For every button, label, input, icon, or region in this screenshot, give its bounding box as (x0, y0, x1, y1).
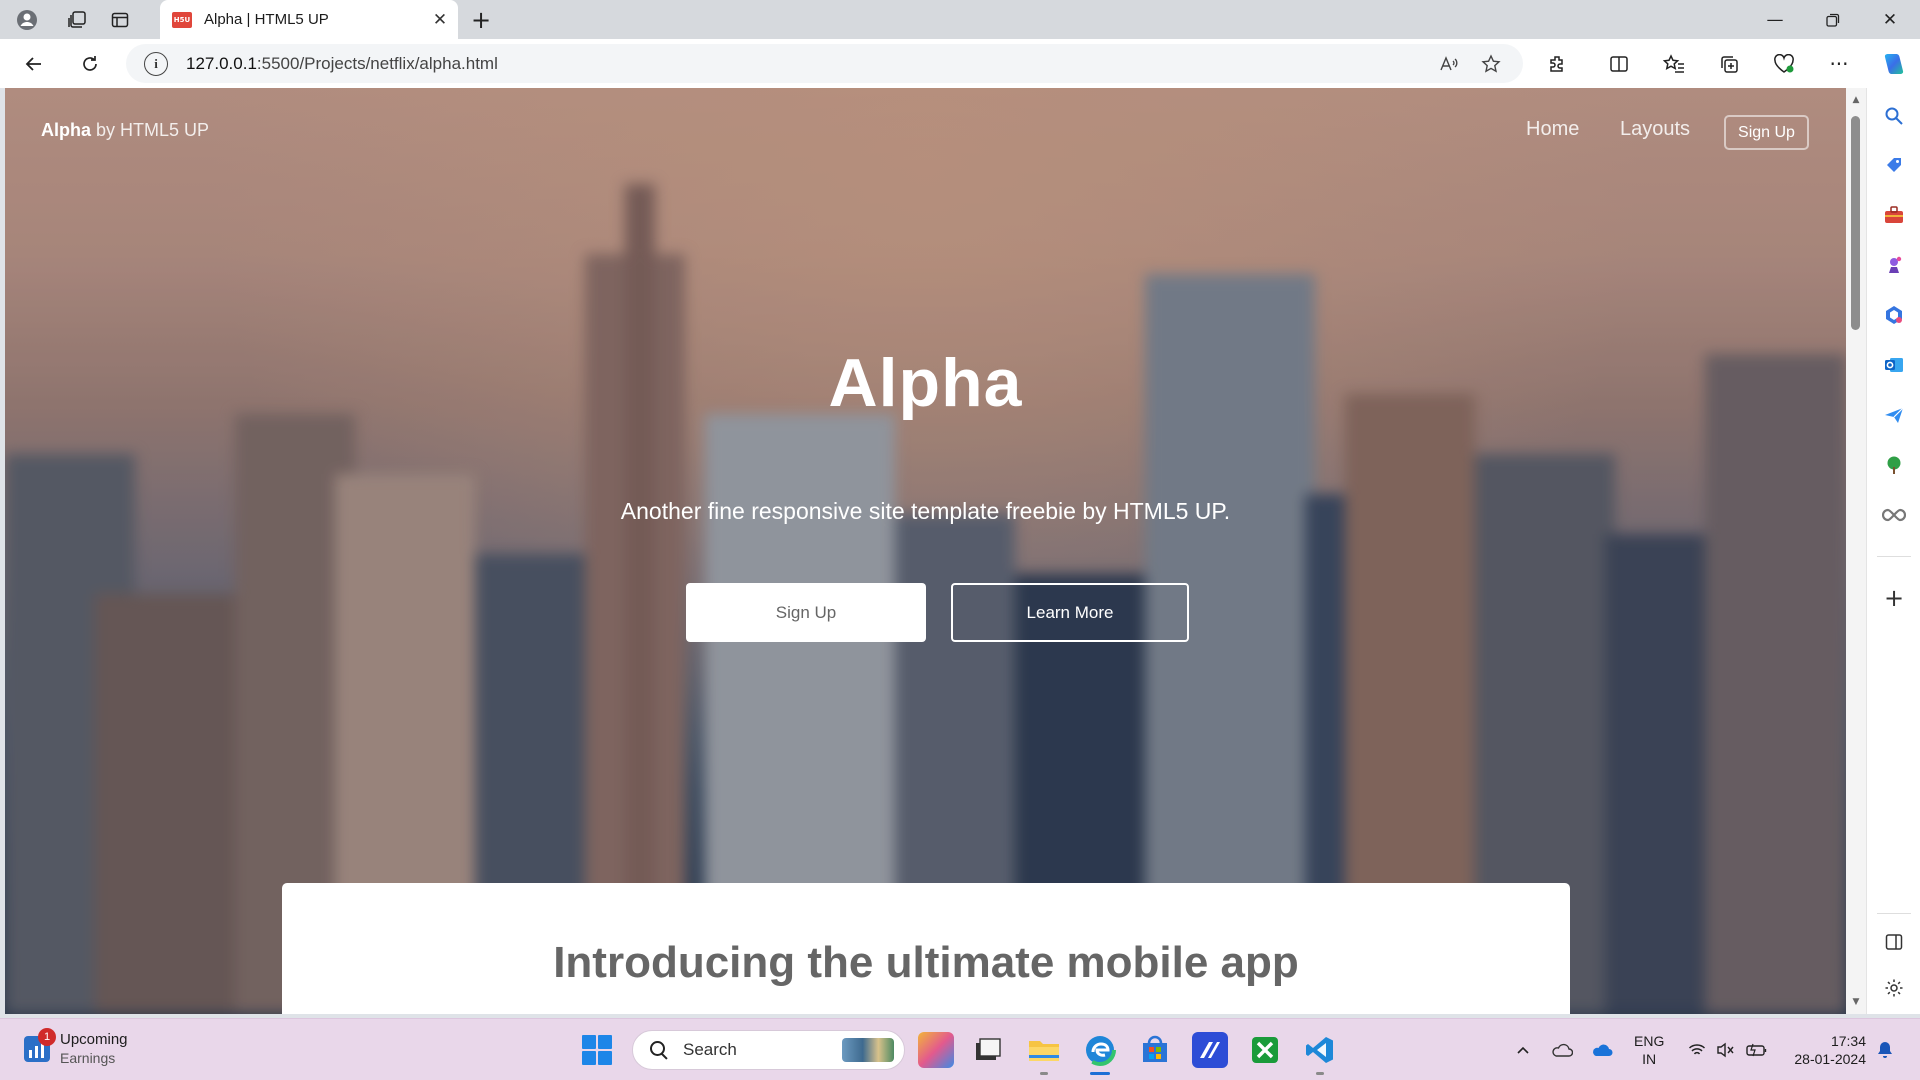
new-tab-icon[interactable]: + (466, 5, 496, 35)
scrollbar-thumb[interactable] (1851, 116, 1860, 330)
sidebar-divider (1877, 913, 1911, 914)
site-info-icon[interactable]: i (144, 51, 168, 76)
profile-icon[interactable] (12, 5, 42, 35)
nav-home-link[interactable]: Home (1526, 118, 1579, 141)
onedrive-personal-cloud-icon[interactable] (1551, 1039, 1573, 1061)
address-bar[interactable]: i 127.0.0.1:5500/Projects/netflix/alpha.… (126, 44, 1523, 83)
sidebar-outlook-icon[interactable] (1880, 351, 1908, 379)
favorites-icon[interactable] (1657, 47, 1691, 81)
file-explorer-app-icon[interactable] (1026, 1032, 1062, 1068)
terminal-app-icon[interactable] (970, 1032, 1006, 1068)
remote-desktop-app-icon[interactable] (1192, 1032, 1228, 1068)
hero-learn-more-button[interactable]: Learn More (951, 583, 1189, 642)
close-tab-icon[interactable]: ✕ (426, 6, 454, 34)
collections-icon[interactable] (1712, 47, 1746, 81)
sidebar-tools-icon[interactable] (1880, 201, 1908, 229)
site-logo-rest: by HTML5 UP (91, 120, 210, 140)
intro-section-heading: Introducing the ultimate mobile app (553, 938, 1299, 987)
favorite-star-icon[interactable] (1473, 46, 1509, 82)
tab-actions-icon[interactable] (105, 5, 135, 35)
vscode-running-indicator (1316, 1072, 1324, 1075)
wifi-icon[interactable] (1686, 1039, 1708, 1061)
site-logo-strong: Alpha (41, 120, 92, 140)
page-scrollbar[interactable]: ▲ ▼ (1846, 88, 1866, 1014)
background-tint (5, 88, 1846, 1014)
show-hidden-icons-chevron-icon[interactable] (1512, 1039, 1534, 1061)
url-path: :5500/Projects/netflix/alpha.html (256, 53, 498, 73)
copilot-icon[interactable] (1876, 47, 1910, 81)
settings-more-icon[interactable]: ··· (1822, 47, 1856, 81)
url-text[interactable]: 127.0.0.1:5500/Projects/netflix/alpha.ht… (186, 54, 1431, 74)
read-aloud-icon[interactable] (1431, 46, 1467, 82)
clock-date: 28-01-2024 (1794, 1051, 1866, 1067)
input-language-indicator[interactable]: ENG IN (1634, 1032, 1664, 1068)
taskbar-search-placeholder: Search (683, 1040, 737, 1059)
scroll-down-arrow-icon[interactable]: ▼ (1846, 994, 1866, 1010)
url-host: 127.0.0.1 (186, 53, 257, 73)
sidebar-divider (1877, 556, 1911, 557)
sidebar-infinity-icon[interactable] (1880, 501, 1908, 529)
sidebar-games-icon[interactable] (1880, 251, 1908, 279)
back-icon[interactable] (17, 47, 51, 81)
clock-time: 17:34 (1830, 1033, 1866, 1049)
page-viewport[interactable]: Alpha by HTML5 UP Home Layouts Sign Up A… (5, 88, 1846, 1014)
widgets-button[interactable]: 1 Upcoming Earnings (24, 1028, 128, 1068)
windows-taskbar: 1 Upcoming Earnings Search ENG IN 17:34 … (0, 1018, 1920, 1080)
sidebar-m365-icon[interactable] (1880, 301, 1908, 329)
search-icon (649, 1040, 669, 1060)
notifications-bell-icon[interactable] (1874, 1039, 1896, 1061)
stocks-widget-icon: 1 (24, 1028, 56, 1062)
refresh-icon[interactable] (73, 47, 107, 81)
nav-signup-button[interactable]: Sign Up (1724, 115, 1809, 150)
sidebar-search-icon[interactable] (1880, 102, 1908, 130)
active-tab[interactable]: H5U Alpha | HTML5 UP ✕ (160, 0, 458, 39)
sidebar-hide-panel-icon[interactable] (1880, 928, 1908, 956)
widget-title: Upcoming (60, 1031, 128, 1048)
browser-essentials-icon[interactable] (1767, 47, 1801, 81)
widget-subtitle: Earnings (60, 1050, 116, 1066)
edge-active-indicator (1090, 1072, 1110, 1075)
battery-icon[interactable] (1746, 1039, 1768, 1061)
intro-section-card: Introducing the ultimate mobile app (282, 883, 1570, 1014)
hero-title: Alpha (828, 345, 1023, 421)
edge-sidebar: + (1866, 88, 1920, 1014)
edge-app-icon[interactable] (1082, 1032, 1118, 1068)
browser-tab-strip: H5U Alpha | HTML5 UP ✕ + — ✕ (0, 0, 1920, 39)
taskbar-clock[interactable]: 17:34 28-01-2024 (1780, 1032, 1866, 1068)
sidebar-add-icon[interactable]: + (1880, 584, 1908, 612)
vscode-app-icon[interactable] (1302, 1032, 1338, 1068)
windows-start-icon[interactable] (582, 1035, 612, 1065)
tab-title: Alpha | HTML5 UP (204, 11, 329, 28)
onedrive-cloud-icon[interactable] (1591, 1039, 1613, 1061)
sidebar-drop-icon[interactable] (1880, 401, 1908, 429)
sidebar-tree-icon[interactable] (1880, 451, 1908, 479)
sidebar-shopping-icon[interactable] (1880, 151, 1908, 179)
sidebar-settings-icon[interactable] (1880, 974, 1908, 1002)
widget-notification-badge: 1 (38, 1028, 56, 1046)
hero-signup-button[interactable]: Sign Up (686, 583, 926, 642)
site-header: Alpha by HTML5 UP Home Layouts Sign Up (5, 88, 1846, 158)
browser-toolbar: i 127.0.0.1:5500/Projects/netflix/alpha.… (0, 39, 1920, 88)
workspaces-icon[interactable] (62, 5, 92, 35)
scroll-up-arrow-icon[interactable]: ▲ (1846, 92, 1866, 108)
hero-subtitle: Another fine responsive site template fr… (620, 498, 1231, 524)
copilot-preview-app-icon[interactable] (918, 1032, 954, 1068)
search-highlight-art-icon (842, 1038, 894, 1062)
microsoft-store-app-icon[interactable] (1137, 1032, 1173, 1068)
restore-icon[interactable] (1805, 0, 1861, 39)
site-logo-link[interactable]: Alpha by HTML5 UP (41, 120, 209, 141)
extensions-icon[interactable] (1540, 47, 1574, 81)
file-explorer-running-indicator (1040, 1072, 1048, 1075)
taskbar-search-box[interactable]: Search (632, 1030, 905, 1070)
html5up-favicon-icon: H5U (172, 11, 192, 28)
speaker-muted-icon[interactable] (1715, 1039, 1737, 1061)
xbox-app-icon[interactable] (1247, 1032, 1283, 1068)
language-code: ENG (1634, 1033, 1665, 1049)
minimize-icon[interactable]: — (1747, 0, 1803, 39)
split-screen-icon[interactable] (1602, 47, 1636, 81)
nav-layouts-link[interactable]: Layouts (1620, 118, 1690, 141)
close-window-icon[interactable]: ✕ (1862, 0, 1918, 39)
language-region: IN (1642, 1051, 1657, 1067)
